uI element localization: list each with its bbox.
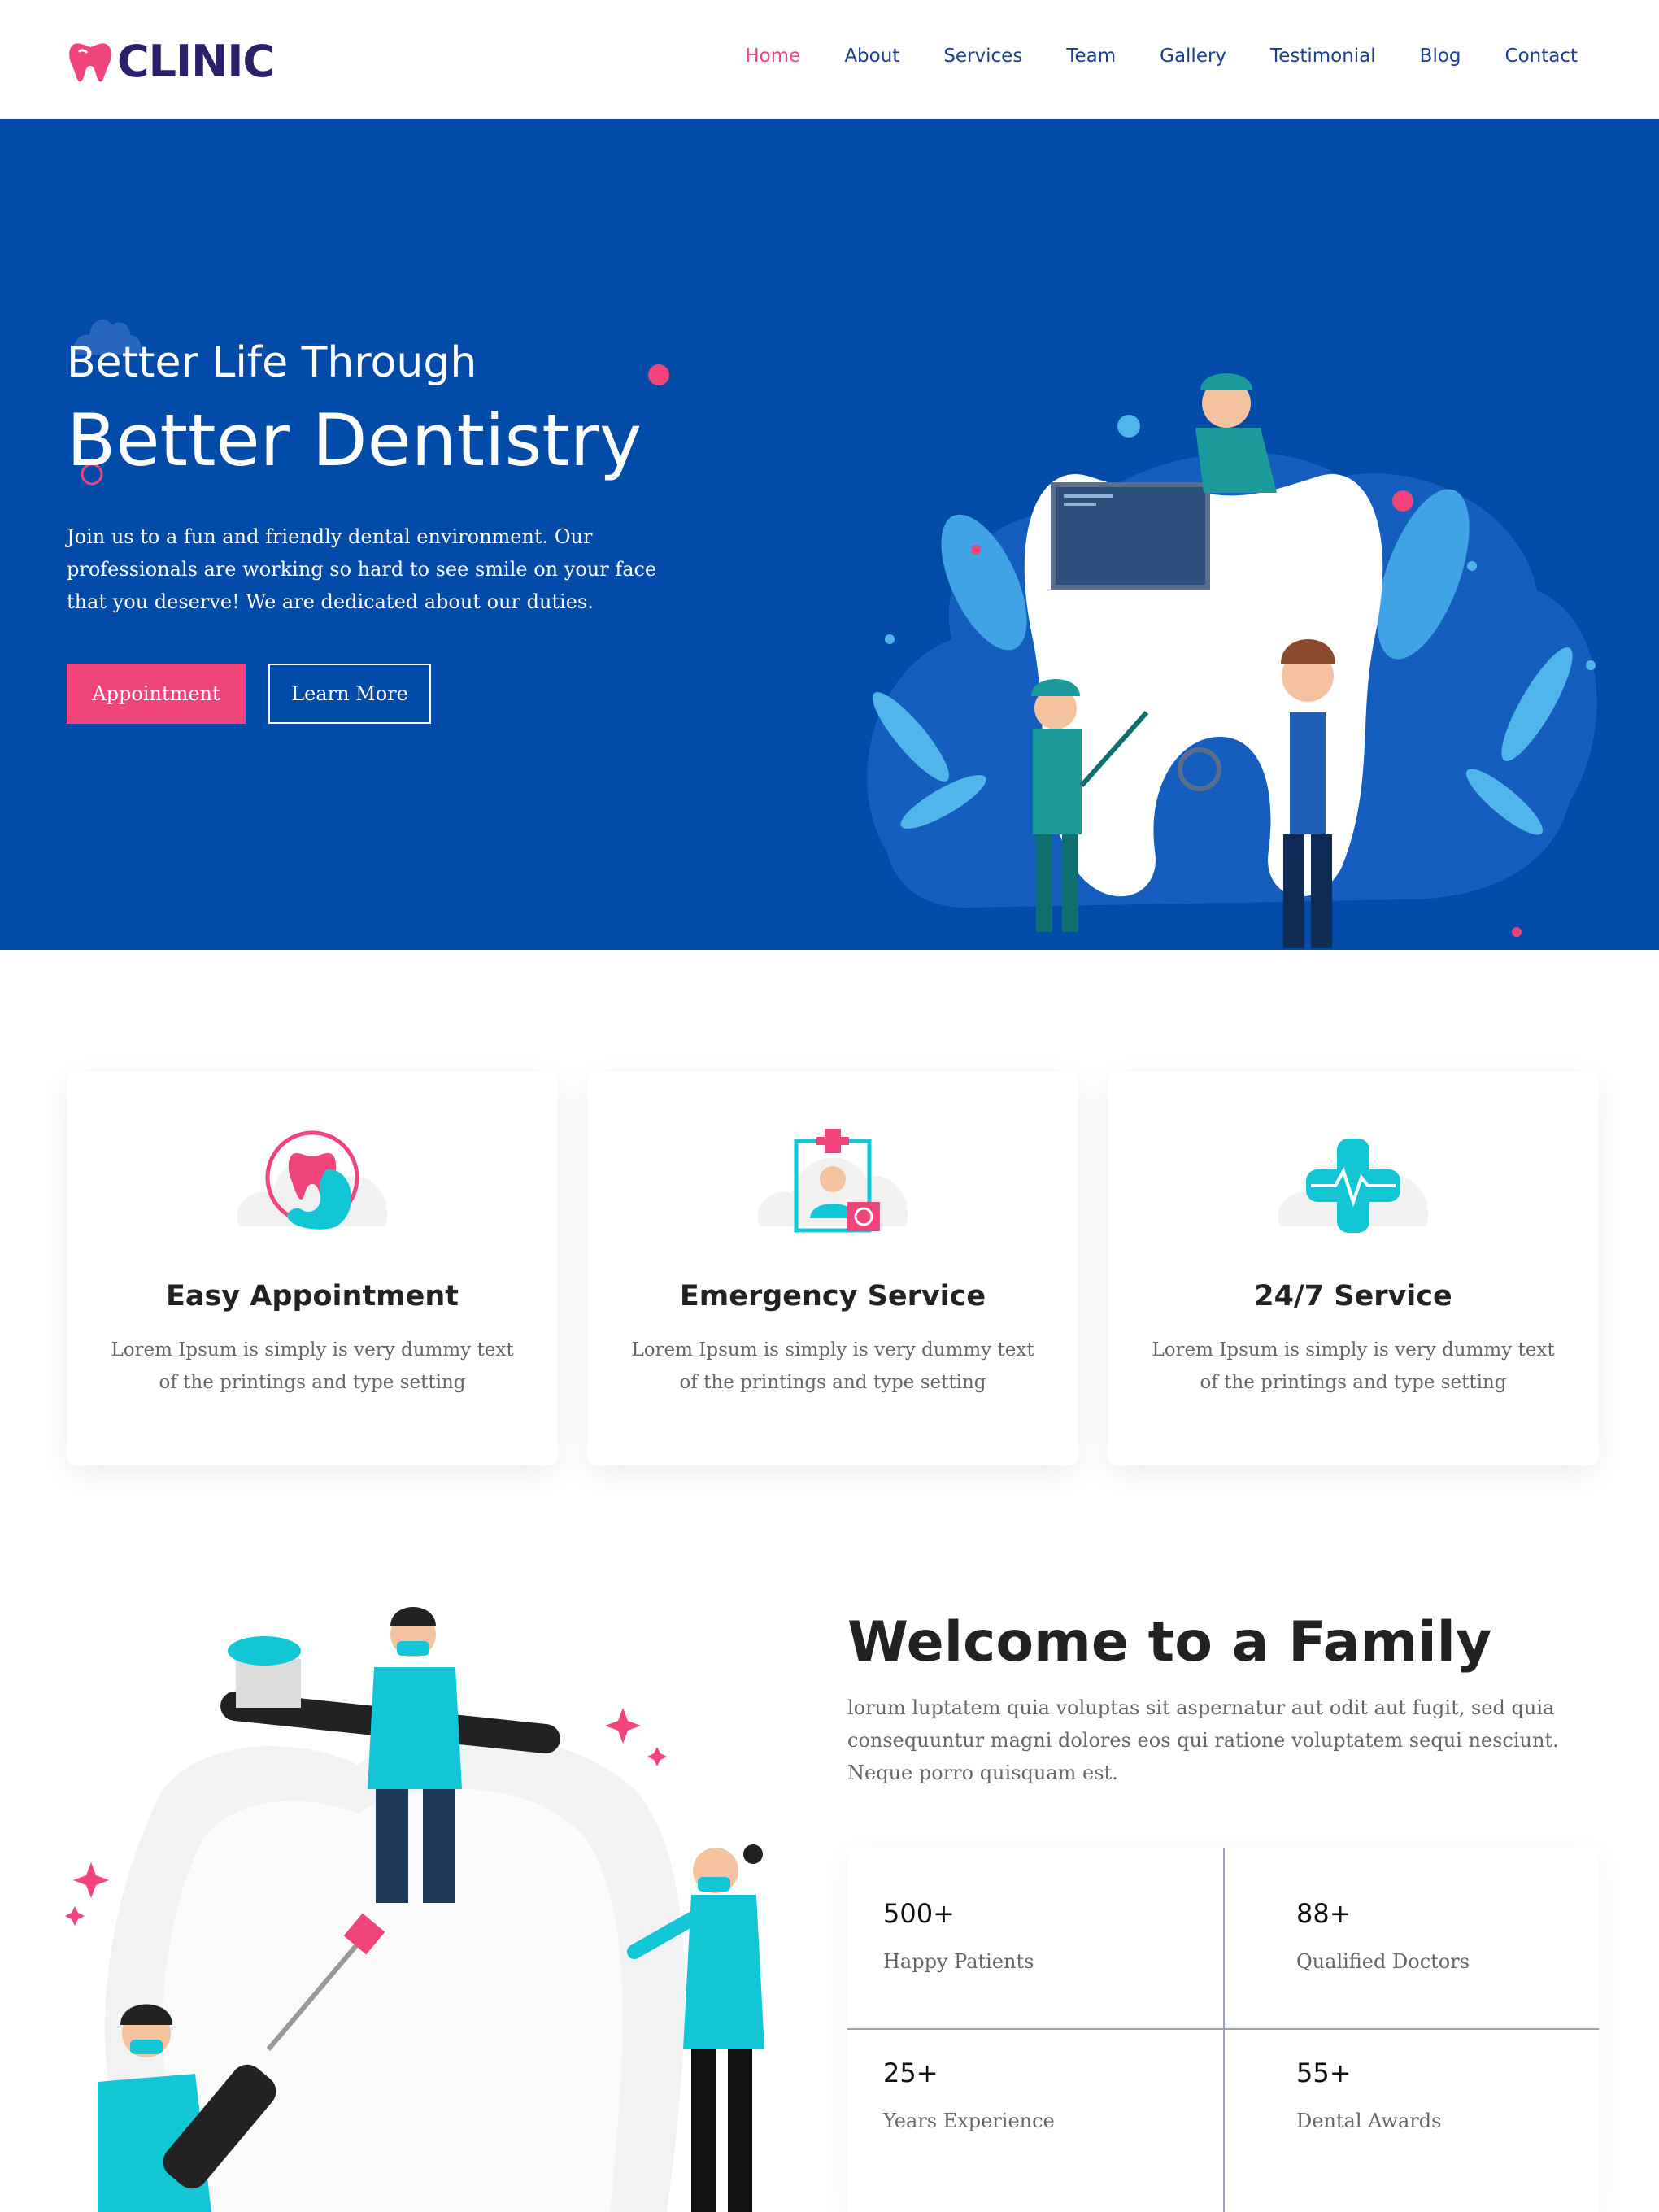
feature-text: Lorem Ipsum is simply is very dummy text… [631,1339,1034,1393]
nav-item-gallery[interactable]: Gallery [1160,46,1226,67]
doctor-id-icon [758,1129,908,1233]
appointment-button[interactable]: Appointment [67,664,246,724]
stat-value: 88+ [1296,1898,1352,1929]
hero-subtitle: Better Life Through [67,338,477,387]
learn-more-button[interactable]: Learn More [268,664,431,724]
hero-title: Better Dentistry [67,398,642,482]
main-nav: Home About Services Team Gallery Testimo… [701,46,1578,67]
stat-value: 25+ [883,2057,938,2088]
stat-years-experience: 25+ Years Experience [883,2057,1208,2132]
feature-text: Lorem Ipsum is simply is very dummy text… [1152,1339,1555,1393]
nav-item-contact[interactable]: Contact [1505,46,1578,67]
divider [847,2028,1599,2030]
welcome-title: Welcome to a Family [847,1610,1492,1674]
stat-happy-patients: 500+ Happy Patients [883,1898,1208,1973]
tooth-care-illustration [65,1607,764,2212]
feature-card[interactable]: Emergency Service Lorem Ipsum is simply … [587,1072,1078,1465]
feature-card[interactable]: 24/7 Service Lorem Ipsum is simply is ve… [1108,1072,1599,1465]
feature-card[interactable]: Easy Appointment Lorem Ipsum is simply i… [67,1072,558,1465]
stat-dental-awards: 55+ Dental Awards [1296,2057,1622,2132]
feature-text: Lorem Ipsum is simply is very dummy text… [111,1339,514,1393]
nav-item-services[interactable]: Services [943,46,1022,67]
navbar: CLINIC Home About Services Team Gallery … [0,0,1659,119]
nav-item-blog[interactable]: Blog [1420,46,1461,67]
brand-name: CLINIC [117,36,275,87]
phone-tooth-icon [237,1130,387,1230]
nav-item-home[interactable]: Home [745,46,800,67]
feature-title: Emergency Service [679,1280,986,1313]
stat-label: Happy Patients [883,1950,1034,1973]
stat-label: Years Experience [883,2110,1055,2132]
features-section: Easy Appointment Lorem Ipsum is simply i… [67,1072,1599,1465]
hero-description: Join us to a fun and friendly dental env… [67,525,657,613]
stat-label: Qualified Doctors [1296,1950,1470,1973]
stats-grid: 500+ Happy Patients 88+ Qualified Doctor… [847,1848,1599,2212]
feature-title: 24/7 Service [1254,1280,1452,1313]
stat-value: 500+ [883,1898,955,1929]
dot-decoration-icon [648,364,669,385]
nav-item-team[interactable]: Team [1066,46,1116,67]
divider [1223,1848,1225,2212]
feature-title: Easy Appointment [165,1280,459,1313]
welcome-description: lorum luptatem quia voluptas sit asperna… [847,1696,1559,1784]
hero-section: Better Life Through Better Dentistry Joi… [0,119,1659,950]
tooth-icon [69,42,111,82]
dentists-tooth-illustration [867,373,1597,948]
logo[interactable]: CLINIC [67,36,275,87]
nav-item-about[interactable]: About [844,46,899,67]
stat-qualified-doctors: 88+ Qualified Doctors [1296,1898,1622,1973]
nav-item-testimonial[interactable]: Testimonial [1270,46,1376,67]
stat-label: Dental Awards [1296,2110,1442,2132]
medical-cross-icon [1278,1139,1428,1233]
stat-value: 55+ [1296,2057,1352,2088]
